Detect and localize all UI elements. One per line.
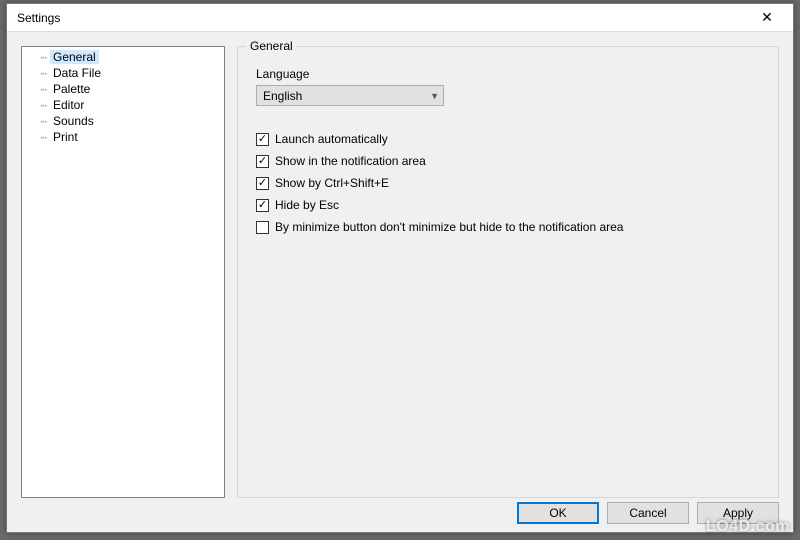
tree-connector-icon: ⋯	[22, 67, 50, 80]
checkbox-label: Show in the notification area	[275, 154, 426, 168]
language-label: Language	[256, 67, 760, 81]
tree-connector-icon: ⋯	[22, 83, 50, 96]
checkbox[interactable]	[256, 221, 269, 234]
tree-item-label: Sounds	[50, 114, 97, 128]
general-groupbox: General Language English ▼ Launch automa…	[237, 46, 779, 498]
tree-connector-icon: ⋯	[22, 131, 50, 144]
checkbox-row: Hide by Esc	[256, 194, 760, 216]
cancel-button-label: Cancel	[629, 506, 666, 520]
tree-item-print[interactable]: ⋯Print	[22, 129, 224, 145]
checkbox-label: Show by Ctrl+Shift+E	[275, 176, 389, 190]
close-button[interactable]: ✕	[747, 6, 787, 30]
titlebar: Settings ✕	[7, 4, 793, 32]
language-dropdown[interactable]: English ▼	[256, 85, 444, 106]
checkbox[interactable]	[256, 155, 269, 168]
tree-item-palette[interactable]: ⋯Palette	[22, 81, 224, 97]
tree-item-label: General	[50, 50, 99, 64]
language-dropdown-value: English	[263, 89, 302, 103]
cancel-button[interactable]: Cancel	[607, 502, 689, 524]
close-icon: ✕	[761, 9, 773, 26]
checkbox[interactable]	[256, 133, 269, 146]
client-area: ⋯General⋯Data File⋯Palette⋯Editor⋯Sounds…	[7, 32, 793, 532]
checkbox-label: Hide by Esc	[275, 198, 339, 212]
window-title: Settings	[17, 11, 60, 25]
dialog-buttons: OK Cancel Apply	[517, 502, 779, 524]
tree-item-data-file[interactable]: ⋯Data File	[22, 65, 224, 81]
tree-item-sounds[interactable]: ⋯Sounds	[22, 113, 224, 129]
category-tree: ⋯General⋯Data File⋯Palette⋯Editor⋯Sounds…	[21, 46, 225, 498]
settings-dialog: Settings ✕ ⋯General⋯Data File⋯Palette⋯Ed…	[6, 3, 794, 533]
tree-item-label: Editor	[50, 98, 87, 112]
checkbox-row: Show in the notification area	[256, 150, 760, 172]
checkbox-row: By minimize button don't minimize but hi…	[256, 216, 760, 238]
tree-item-label: Print	[50, 130, 81, 144]
checkbox-row: Show by Ctrl+Shift+E	[256, 172, 760, 194]
apply-button[interactable]: Apply	[697, 502, 779, 524]
groupbox-title: General	[246, 39, 297, 53]
checkbox-label: By minimize button don't minimize but hi…	[275, 220, 623, 234]
checkbox-row: Launch automatically	[256, 128, 760, 150]
ok-button[interactable]: OK	[517, 502, 599, 524]
tree-item-label: Palette	[50, 82, 93, 96]
tree-item-general[interactable]: ⋯General	[22, 49, 224, 65]
tree-item-label: Data File	[50, 66, 104, 80]
tree-connector-icon: ⋯	[22, 99, 50, 112]
tree-connector-icon: ⋯	[22, 115, 50, 128]
tree-item-editor[interactable]: ⋯Editor	[22, 97, 224, 113]
checkbox[interactable]	[256, 199, 269, 212]
apply-button-label: Apply	[723, 506, 753, 520]
tree-connector-icon: ⋯	[22, 51, 50, 64]
checkbox[interactable]	[256, 177, 269, 190]
ok-button-label: OK	[549, 506, 566, 520]
checkbox-label: Launch automatically	[275, 132, 388, 146]
chevron-down-icon: ▼	[430, 91, 439, 101]
